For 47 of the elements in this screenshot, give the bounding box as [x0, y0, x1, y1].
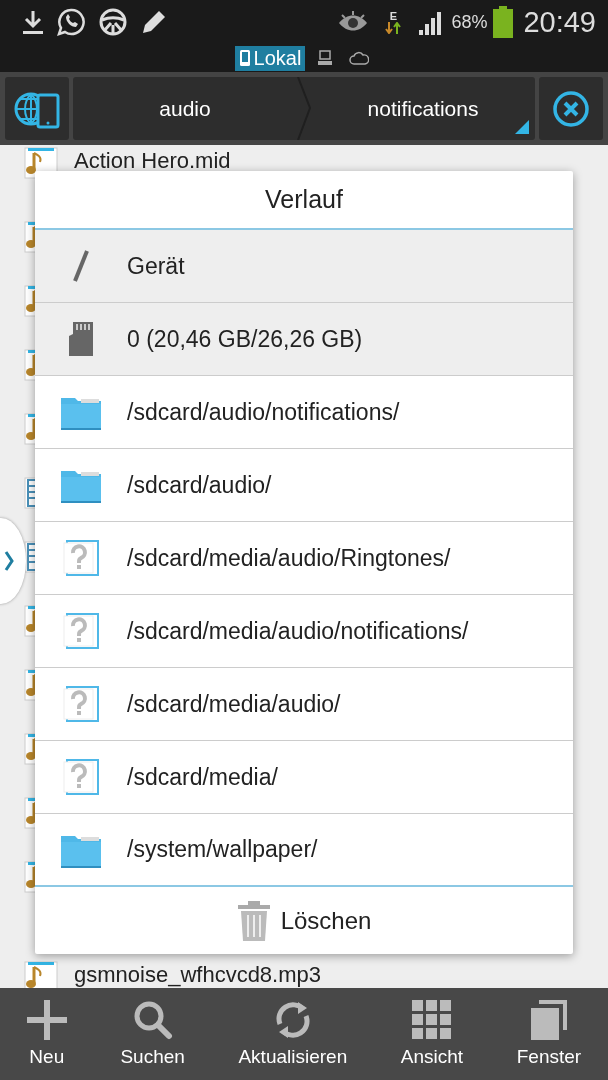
history-item[interactable]: /system/wallpaper/	[35, 814, 573, 887]
history-item[interactable]: /sdcard/audio/	[35, 449, 573, 522]
steering-wheel-icon	[98, 7, 128, 37]
grid-icon	[411, 1000, 452, 1040]
breadcrumb-item[interactable]: notifications	[311, 77, 535, 140]
view-button[interactable]: Ansicht	[400, 1000, 464, 1068]
file-name: gsmnoise_wfhcvcd8.mp3	[74, 961, 321, 988]
unknown-file-icon	[63, 540, 99, 576]
history-item[interactable]: /sdcard/media/audio/	[35, 668, 573, 741]
stacked-pages-icon	[528, 1000, 569, 1040]
chevron-icon	[4, 550, 14, 572]
history-item[interactable]: /sdcard/media/	[35, 741, 573, 814]
clock: 20:49	[523, 5, 596, 39]
history-item[interactable]: /sdcard/media/audio/notifications/	[35, 595, 573, 668]
refresh-button[interactable]: Aktualisieren	[238, 1000, 348, 1068]
music-file-icon	[24, 961, 58, 988]
history-item[interactable]: 0 (20,46 GB/26,26 GB)	[35, 303, 573, 376]
search-button[interactable]: Suchen	[120, 1000, 185, 1068]
storage-switch-button[interactable]	[5, 77, 69, 140]
close-icon	[551, 88, 591, 129]
history-item[interactable]: /sdcard/media/audio/Ringtones/	[35, 522, 573, 595]
phone-icon	[238, 49, 251, 67]
cloud-icon	[349, 50, 370, 66]
plus-icon	[26, 1000, 67, 1040]
history-item[interactable]: Gerät	[35, 230, 573, 303]
trash-icon	[236, 900, 271, 941]
history-item[interactable]: /sdcard/audio/notifications/	[35, 376, 573, 449]
battery-percentage: 68%	[451, 11, 488, 33]
computer-icon	[317, 49, 334, 67]
local-tab[interactable]: Lokal	[234, 45, 306, 71]
delete-button[interactable]: Löschen	[228, 896, 380, 945]
download-icon	[22, 9, 44, 35]
unknown-file-icon	[63, 759, 99, 795]
pencil-icon	[140, 8, 168, 36]
slash-icon	[71, 249, 91, 283]
unknown-file-icon	[63, 613, 99, 649]
windows-button[interactable]: Fenster	[516, 1000, 582, 1068]
breadcrumb-item[interactable]: audio	[73, 77, 297, 140]
search-icon	[132, 1000, 173, 1040]
new-button[interactable]: Neu	[26, 1000, 67, 1068]
unknown-file-icon	[63, 686, 99, 722]
breadcrumb-separator	[297, 77, 311, 140]
close-button[interactable]	[539, 77, 603, 140]
sd-card-icon	[69, 322, 93, 356]
chat-bubble-icon	[56, 7, 86, 37]
battery-icon	[493, 6, 514, 38]
corner-triangle-icon	[515, 120, 529, 134]
